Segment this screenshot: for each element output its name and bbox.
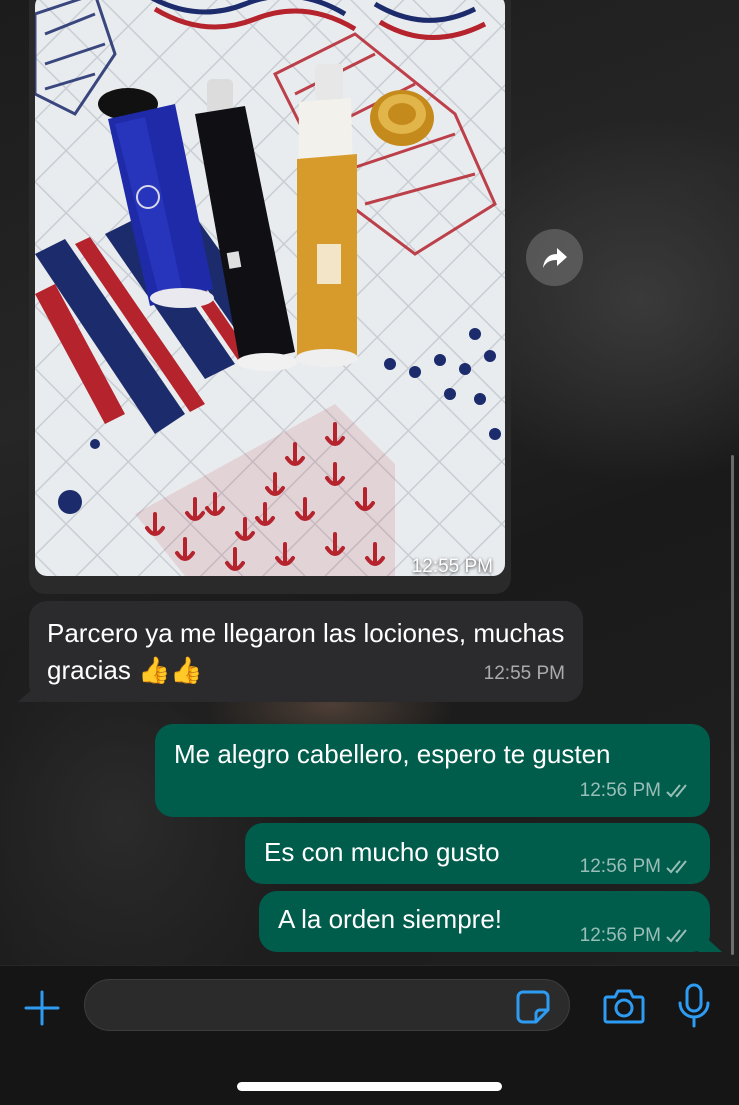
outgoing-message[interactable]: A la orden siempre! 12:56 PM xyxy=(259,891,710,952)
time-label: 12:56 PM xyxy=(579,925,661,946)
sticker-button[interactable] xyxy=(512,986,554,1028)
message-timestamp: 12:56 PM xyxy=(580,848,692,885)
message-timestamp: 12:55 PM xyxy=(484,655,565,692)
message-timestamp: 12:56 PM xyxy=(580,772,692,809)
incoming-message[interactable]: Parcero ya me llegaron las lociones, muc… xyxy=(29,601,583,702)
time-label: 12:56 PM xyxy=(579,856,661,877)
read-receipt-icon xyxy=(666,928,687,942)
message-text: Es con mucho gusto xyxy=(264,837,500,867)
message-input[interactable] xyxy=(84,979,570,1031)
message-timestamp: 12:56 PM xyxy=(580,917,692,954)
outgoing-message[interactable]: Es con mucho gusto 12:56 PM xyxy=(245,823,710,884)
time-label: 12:55 PM xyxy=(483,663,565,684)
read-receipt-icon xyxy=(666,783,687,797)
microphone-icon xyxy=(678,983,710,1028)
forward-button[interactable] xyxy=(526,229,583,286)
perfume-photo xyxy=(35,0,505,576)
outgoing-message[interactable]: Me alegro cabellero, espero te gusten 12… xyxy=(155,724,710,817)
microphone-button[interactable] xyxy=(673,981,715,1031)
attach-button[interactable] xyxy=(20,986,64,1030)
message-timestamp: 12:55 PM xyxy=(411,556,493,577)
message-text: Me alegro cabellero, espero te gusten xyxy=(174,739,611,769)
photo-thumbnail[interactable] xyxy=(35,0,505,576)
camera-icon xyxy=(603,989,645,1024)
time-label: 12:56 PM xyxy=(579,780,661,801)
sticker-icon xyxy=(516,990,550,1024)
read-receipt-icon xyxy=(666,859,687,873)
message-text-field[interactable] xyxy=(103,990,507,1022)
chat-background: 12:55 PM Parcero ya me llegaron las loci… xyxy=(0,0,739,965)
home-indicator[interactable] xyxy=(237,1082,502,1091)
scrollbar[interactable] xyxy=(731,455,734,955)
forward-arrow-icon xyxy=(542,247,567,268)
camera-button[interactable] xyxy=(601,983,647,1029)
image-message[interactable]: 12:55 PM xyxy=(29,0,511,594)
plus-icon xyxy=(24,990,60,1026)
message-text: A la orden siempre! xyxy=(278,904,503,934)
message-composer xyxy=(0,965,739,1105)
